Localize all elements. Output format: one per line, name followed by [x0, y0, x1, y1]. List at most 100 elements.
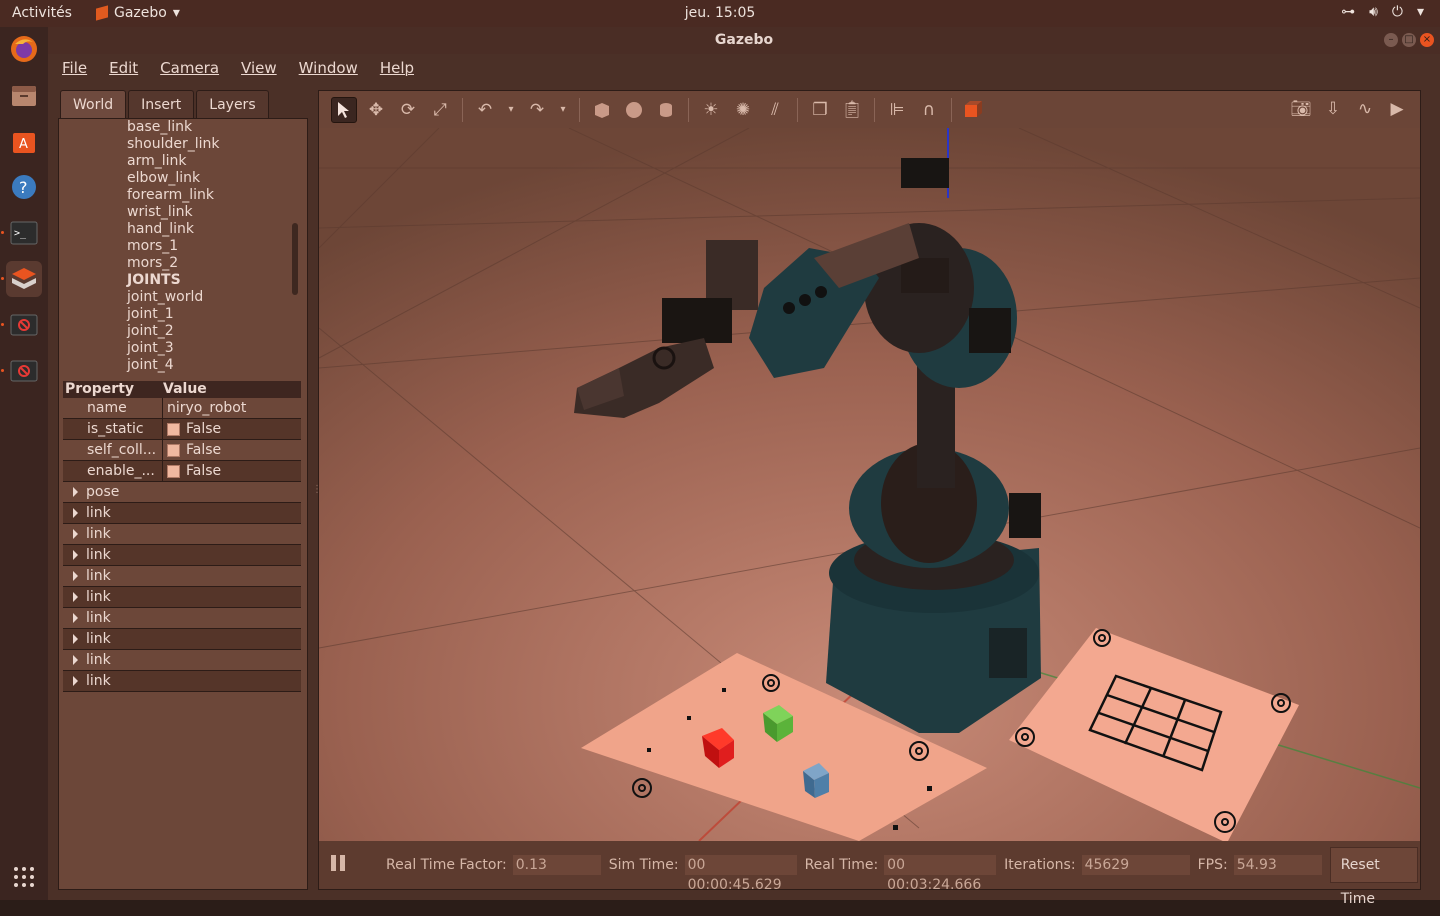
tree-item[interactable]: joint_3: [127, 340, 174, 357]
align-icon[interactable]: ⊫: [884, 97, 910, 123]
help-icon[interactable]: ?: [6, 169, 42, 205]
svg-text:A: A: [19, 137, 28, 152]
redo-icon[interactable]: ↷: [524, 97, 550, 123]
expandable-row[interactable]: link: [63, 566, 301, 587]
checkbox[interactable]: [167, 443, 180, 457]
maximize-button[interactable]: □: [1402, 33, 1416, 47]
terminal-icon[interactable]: >_: [6, 215, 42, 251]
menu-help[interactable]: Help: [380, 54, 414, 84]
3d-scene[interactable]: [319, 128, 1420, 841]
tree-item[interactable]: mors_1: [127, 238, 178, 255]
scale-mode-icon[interactable]: ⤢: [427, 97, 453, 123]
checkbox[interactable]: [167, 464, 180, 478]
clock[interactable]: jeu. 15:05: [0, 5, 1440, 21]
expandable-row[interactable]: link: [63, 629, 301, 650]
checkbox[interactable]: [167, 422, 180, 436]
power-icon: ⏻: [1391, 4, 1403, 20]
undo-history-chevron-icon[interactable]: ▾: [504, 97, 518, 123]
system-tray[interactable]: ⊶ 🔊︎ ⏻ ▾: [1341, 4, 1424, 20]
property-row[interactable]: self_coll... False: [63, 440, 301, 461]
paste-icon[interactable]: 📋︎: [839, 97, 865, 123]
show-applications-icon[interactable]: [6, 859, 42, 895]
tree-item[interactable]: elbow_link: [127, 170, 200, 187]
property-value: False: [186, 420, 222, 437]
cylinder-shape-icon[interactable]: [653, 97, 679, 123]
view-angle-icon[interactable]: [961, 97, 987, 123]
copy-icon[interactable]: ❐: [807, 97, 833, 123]
rotate-mode-icon[interactable]: ⟳: [395, 97, 421, 123]
network-icon: ⊶: [1341, 4, 1356, 20]
toolbar-right-group: 📷︎ ⇩ ∿ ▶: [1288, 96, 1410, 122]
pause-button[interactable]: [329, 855, 346, 875]
expandable-row[interactable]: pose: [63, 482, 301, 503]
menu-view[interactable]: View: [241, 54, 277, 84]
tab-layers[interactable]: Layers: [196, 90, 269, 118]
spot-light-icon[interactable]: ✺: [730, 97, 756, 123]
tab-world[interactable]: World: [60, 90, 127, 118]
expandable-row[interactable]: link: [63, 545, 301, 566]
firefox-icon[interactable]: [6, 31, 42, 67]
menu-file[interactable]: File: [62, 54, 87, 84]
screenshot-icon[interactable]: 📷︎: [1288, 96, 1314, 122]
expandable-row[interactable]: link: [63, 503, 301, 524]
menu-window[interactable]: Window: [299, 54, 358, 84]
expandable-row[interactable]: link: [63, 524, 301, 545]
window-title[interactable]: Gazebo: [48, 27, 1440, 54]
sphere-shape-icon[interactable]: [621, 97, 647, 123]
tree-item[interactable]: joint_2: [127, 323, 174, 340]
minimize-button[interactable]: –: [1384, 33, 1398, 47]
point-light-icon[interactable]: ☀: [698, 97, 724, 123]
software-center-icon[interactable]: A: [6, 123, 42, 159]
expandable-row[interactable]: link: [63, 608, 301, 629]
gazebo-dock-icon[interactable]: [6, 261, 42, 297]
running-indicator: [1, 369, 4, 372]
tree-item[interactable]: forearm_link: [127, 187, 214, 204]
undo-icon[interactable]: ↶: [472, 97, 498, 123]
iterations-field: Iterations: 45629: [1004, 855, 1190, 875]
tree-item[interactable]: wrist_link: [127, 204, 193, 221]
files-icon[interactable]: [6, 77, 42, 113]
tree-item[interactable]: joint_world: [127, 289, 203, 306]
tree-item[interactable]: base_link: [127, 119, 192, 136]
expandable-row[interactable]: link: [63, 650, 301, 671]
log-icon[interactable]: ⇩: [1320, 96, 1346, 122]
tree-item[interactable]: arm_link: [127, 153, 187, 170]
tree-scrollbar[interactable]: [292, 223, 298, 295]
tree-item[interactable]: joint_1: [127, 306, 174, 323]
plot-icon[interactable]: ∿: [1352, 96, 1378, 122]
gazebo-window: Gazebo – □ × File Edit Camera View Windo…: [48, 27, 1440, 907]
app-window-icon[interactable]: [6, 353, 42, 389]
expandable-label: link: [86, 610, 111, 626]
redo-history-chevron-icon[interactable]: ▾: [556, 97, 570, 123]
tree-item[interactable]: joint_4: [127, 357, 174, 374]
property-row[interactable]: enable_... False: [63, 461, 301, 482]
snap-icon[interactable]: ∩: [916, 97, 942, 123]
toolbar-separator: [462, 97, 463, 122]
close-button[interactable]: ×: [1420, 33, 1434, 47]
running-indicator: [1, 231, 4, 234]
property-row[interactable]: name niryo_robot: [63, 398, 301, 419]
translate-mode-icon[interactable]: ✥: [363, 97, 389, 123]
model-tree[interactable]: base_link shoulder_link arm_link elbow_l…: [59, 119, 295, 377]
property-row[interactable]: is_static False: [63, 419, 301, 440]
scene-canvas: [319, 128, 1420, 841]
tree-item[interactable]: mors_2: [127, 255, 178, 272]
property-value: False: [186, 462, 222, 479]
sim-time-field: Sim Time: 00 00:00:45.629: [609, 855, 797, 893]
directional-light-icon[interactable]: ⫽: [762, 97, 788, 123]
expandable-row[interactable]: link: [63, 587, 301, 608]
select-mode-icon[interactable]: [331, 96, 357, 123]
reset-time-button[interactable]: Reset Time: [1329, 847, 1418, 907]
expandable-row[interactable]: link: [63, 671, 301, 692]
video-record-icon[interactable]: ▶: [1384, 96, 1410, 122]
menu-camera[interactable]: Camera: [160, 54, 219, 84]
menu-edit[interactable]: Edit: [109, 54, 138, 84]
expandable-label: link: [86, 505, 111, 521]
expandable-label: link: [86, 547, 111, 563]
sim-time-value: 00 00:00:45.629: [684, 855, 797, 893]
box-shape-icon[interactable]: [589, 97, 615, 123]
tab-insert[interactable]: Insert: [128, 90, 195, 118]
tree-item[interactable]: shoulder_link: [127, 136, 220, 153]
tree-item[interactable]: hand_link: [127, 221, 194, 238]
app-window-icon[interactable]: [6, 307, 42, 343]
